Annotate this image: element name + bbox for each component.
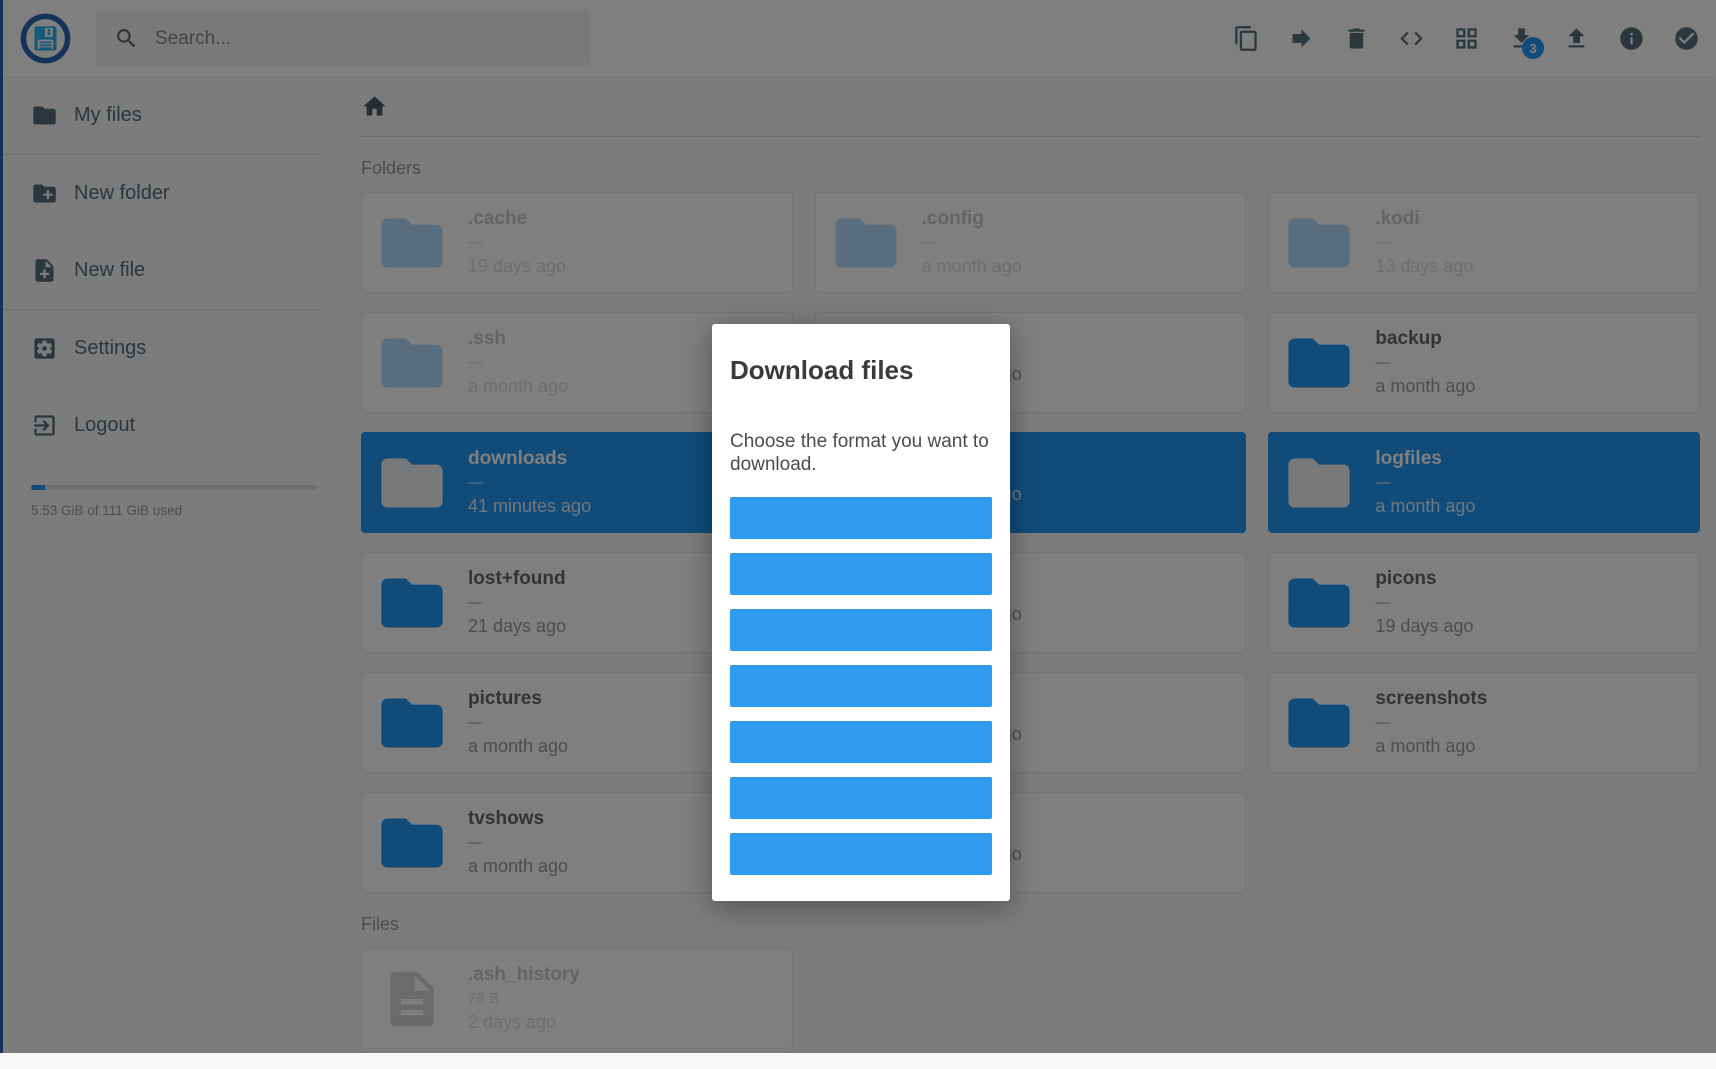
format-download-button[interactable] bbox=[730, 497, 992, 539]
format-download-button[interactable] bbox=[730, 721, 992, 763]
format-download-button[interactable] bbox=[730, 609, 992, 651]
dialog-description: Choose the format you want to download. bbox=[730, 430, 992, 476]
format-button-list bbox=[730, 497, 992, 875]
format-download-button[interactable] bbox=[730, 777, 992, 819]
dialog-title: Download files bbox=[730, 355, 992, 385]
format-download-button[interactable] bbox=[730, 833, 992, 875]
format-download-button[interactable] bbox=[730, 665, 992, 707]
format-download-button[interactable] bbox=[730, 553, 992, 595]
download-files-dialog: Download files Choose the format you wan… bbox=[712, 324, 1010, 901]
